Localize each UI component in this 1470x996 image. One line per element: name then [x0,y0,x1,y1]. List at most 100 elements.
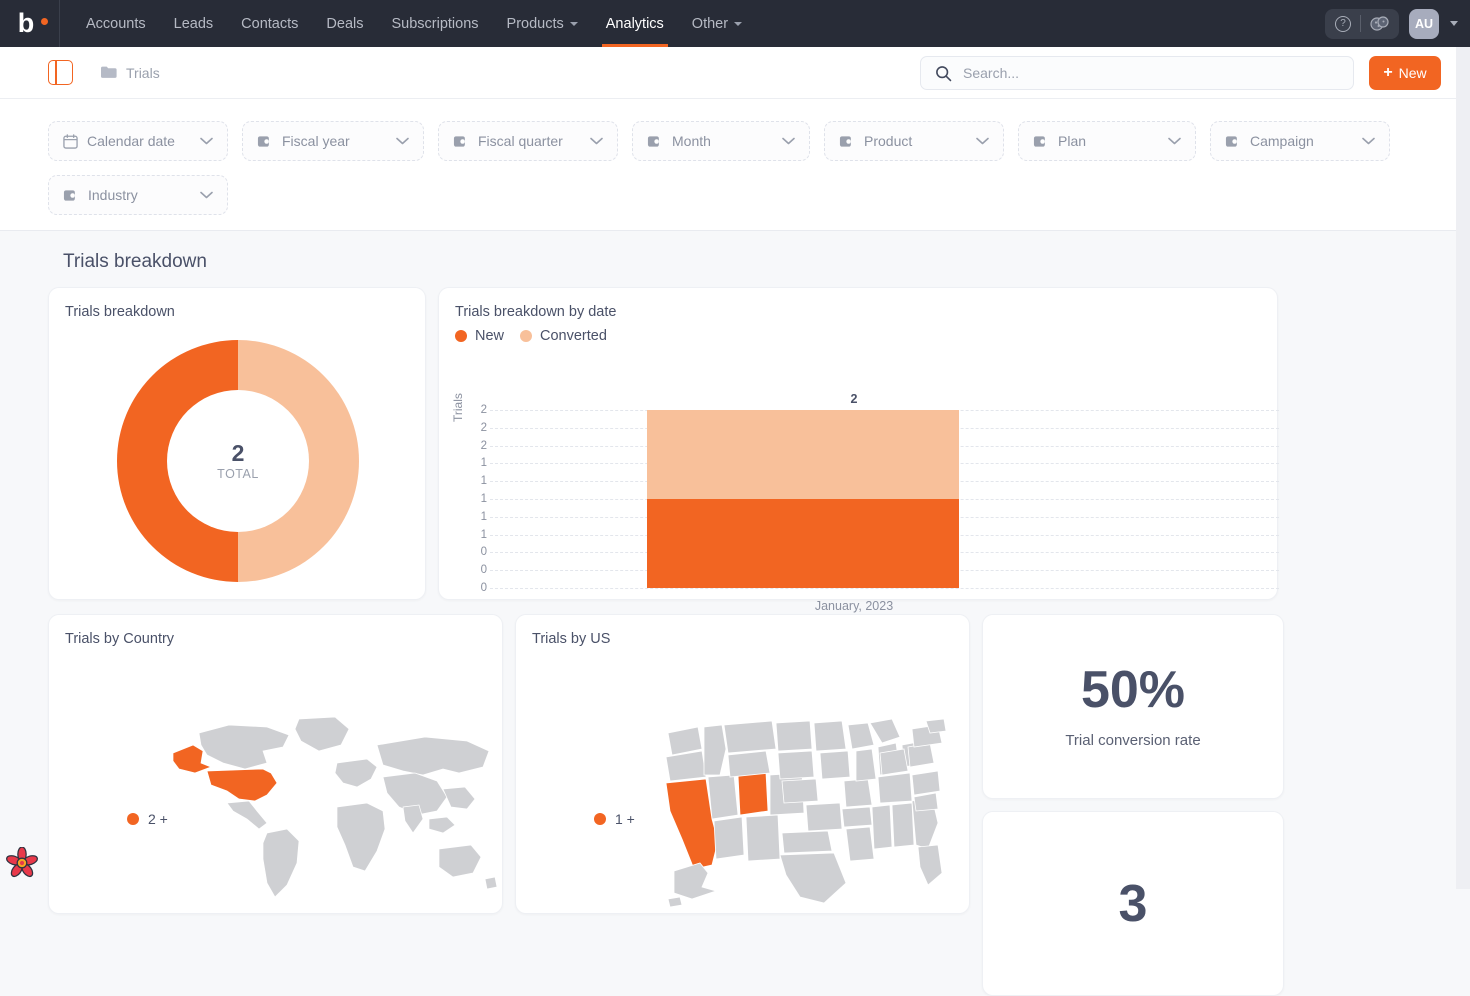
nav-item-subscriptions[interactable]: Subscriptions [377,0,492,47]
filter-chip-list: Calendar date Fiscal year Fiscal quarter [48,121,1418,215]
filter-label: Campaign [1250,133,1314,149]
kpi-label: Trial conversion rate [1065,732,1200,749]
stacked-bar-chart[interactable]: Trials 22211111000 2 January, 2023 [439,288,1279,601]
y-axis-tick-label: 1 [465,475,487,487]
card-kpi-secondary: 3 [982,811,1284,996]
y-axis-tick-label: 0 [465,546,487,558]
filter-plan[interactable]: Plan [1018,121,1196,161]
y-axis-tick-label: 0 [465,564,487,576]
card-trials-by-country: Trials by Country [48,614,503,914]
flower-badge-icon[interactable] [6,847,38,879]
tag-icon [453,135,469,148]
chevron-down-icon [576,132,603,150]
kpi-content: 50% Trial conversion rate [983,615,1283,798]
filter-label: Product [864,133,912,149]
nav-item-label: Subscriptions [391,16,478,32]
filter-industry[interactable]: Industry [48,175,228,215]
card-trials-breakdown-donut: Trials breakdown 2 TOTAL [48,287,426,600]
donut-ring: 2 TOTAL [117,340,359,582]
breadcrumb-label: Trials [126,65,160,81]
main-nav-items: Accounts Leads Contacts Deals Subscripti… [72,0,756,47]
nav-item-label: Other [692,16,728,32]
filter-calendar-date[interactable]: Calendar date [48,121,228,161]
folder-icon [101,66,117,79]
new-button[interactable]: + New [1369,56,1441,90]
tag-icon [63,189,79,202]
kpi-value: 50% [1081,664,1185,716]
tag-icon [647,135,663,148]
nav-item-label: Deals [326,16,363,32]
new-button-label: New [1399,65,1427,81]
nav-item-contacts[interactable]: Contacts [227,0,312,47]
dashboard-row-1: Trials breakdown 2 TOTAL Trials breakdow… [48,287,1456,600]
dashboard-row-2: Trials by Country [48,614,1456,996]
filter-campaign[interactable]: Campaign [1210,121,1390,161]
card-title: Trials by US [532,631,610,647]
filter-label: Fiscal year [282,133,350,149]
utility-icon-group: ? [1325,9,1399,39]
breadcrumb[interactable]: Trials [101,65,160,81]
y-axis-tick-label: 2 [465,404,487,416]
world-map[interactable] [171,711,501,911]
card-trials-by-us: Trials by US [515,614,970,914]
dashboard-content: Trials breakdown Trials breakdown 2 TOTA… [0,231,1456,889]
y-axis-tick-label: 1 [465,511,487,523]
chevron-down-icon [1348,132,1375,150]
kpi-column: 50% Trial conversion rate 3 [982,614,1284,996]
chevron-down-icon [768,132,795,150]
chevron-down-icon [186,186,213,204]
plus-icon: + [1383,65,1392,81]
y-axis-tick-label: 1 [465,529,487,541]
y-axis-tick-label: 2 [465,422,487,434]
nav-item-leads[interactable]: Leads [160,0,228,47]
nav-right-group: ? AU [1325,0,1458,47]
help-icon[interactable]: ? [1335,16,1351,32]
chevron-down-icon [962,132,989,150]
filter-fiscal-year[interactable]: Fiscal year [242,121,424,161]
search-input[interactable]: Search... [920,56,1354,90]
tag-icon [257,135,273,148]
sub-header: Trials Search... + New [0,47,1456,99]
grid-line [490,588,1279,589]
map-legend: 1 + [594,811,635,827]
sidebar-toggle-icon[interactable] [48,60,73,85]
chevron-down-icon [734,22,742,26]
nav-item-deals[interactable]: Deals [312,0,377,47]
filter-fiscal-quarter[interactable]: Fiscal quarter [438,121,618,161]
filter-label: Fiscal quarter [478,133,563,149]
card-trial-conversion-rate: 50% Trial conversion rate [982,614,1284,799]
filter-month[interactable]: Month [632,121,810,161]
nav-item-other[interactable]: Other [678,0,756,47]
chevron-down-icon [382,132,409,150]
nav-item-analytics[interactable]: Analytics [592,0,678,47]
donut-chart[interactable]: 2 TOTAL [49,328,427,593]
avatar-chevron-down-icon[interactable] [1450,21,1458,26]
filter-bar: Calendar date Fiscal year Fiscal quarter [0,99,1456,231]
divider [1360,15,1361,32]
legend-label: 1 + [615,811,635,827]
legend-swatch [594,813,606,825]
filter-product[interactable]: Product [824,121,1004,161]
card-title: Trials by Country [65,631,174,647]
logo-letter: b [18,10,34,37]
avatar[interactable]: AU [1409,9,1439,39]
vertical-scrollbar[interactable] [1456,47,1470,889]
filter-label: Month [672,133,711,149]
donut-center: 2 TOTAL [167,390,309,532]
nav-item-label: Analytics [606,16,664,32]
bar-segment-converted[interactable] [647,410,959,499]
y-axis-tick-label: 1 [465,493,487,505]
card-title: Trials breakdown [65,304,175,320]
kpi-value: 3 [1119,878,1148,930]
nav-item-products[interactable]: Products [493,0,592,47]
cookie-consent-icon[interactable] [1370,16,1389,31]
app-logo[interactable]: b [0,0,60,47]
usa-map[interactable] [656,719,946,909]
nav-item-label: Products [507,16,564,32]
map-legend: 2 + [127,811,168,827]
bar-segment-new[interactable] [647,499,959,588]
nav-item-accounts[interactable]: Accounts [72,0,160,47]
x-axis-tick-label: January, 2023 [698,599,1010,613]
tag-icon [839,135,855,148]
nav-item-label: Accounts [86,16,146,32]
